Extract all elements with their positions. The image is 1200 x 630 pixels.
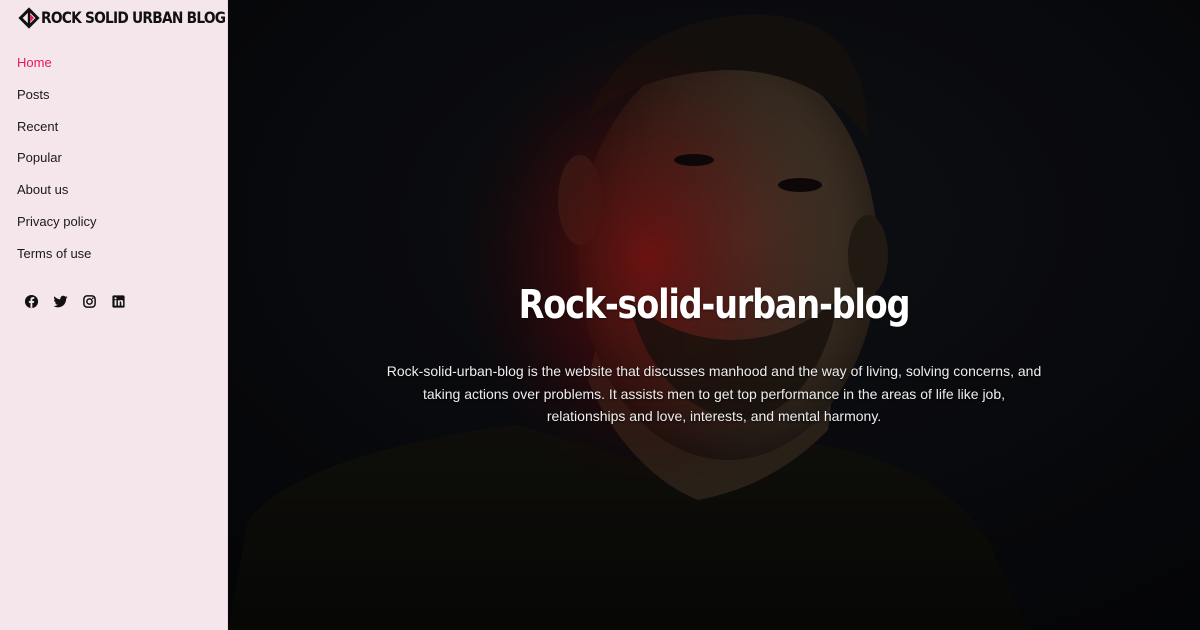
nav-item-recent[interactable]: Recent bbox=[17, 116, 96, 148]
nav-item-posts[interactable]: Posts bbox=[17, 84, 96, 116]
nav-item-home[interactable]: Home bbox=[17, 52, 96, 84]
facebook-icon[interactable] bbox=[24, 294, 39, 309]
social-links bbox=[24, 294, 126, 309]
main-nav: Home Posts Recent Popular About us Priva… bbox=[17, 52, 96, 275]
logo-mark-icon bbox=[18, 7, 40, 29]
hero-title: Rock-solid-urban-blog bbox=[518, 282, 911, 328]
twitter-icon[interactable] bbox=[53, 294, 68, 309]
sidebar: ROCK SOLID URBAN BLOG Home Posts Recent … bbox=[0, 0, 228, 630]
logo-text: ROCK SOLID URBAN BLOG bbox=[41, 8, 226, 27]
hero-description: Rock-solid-urban-blog is the website tha… bbox=[386, 363, 1042, 425]
hero-section: Rock-solid-urban-blog Rock-solid-urban-b… bbox=[228, 0, 1200, 630]
nav-item-privacy-policy[interactable]: Privacy policy bbox=[17, 211, 96, 243]
instagram-icon[interactable] bbox=[82, 294, 97, 309]
site-logo[interactable]: ROCK SOLID URBAN BLOG bbox=[18, 7, 255, 29]
linkedin-icon[interactable] bbox=[111, 294, 126, 309]
nav-item-terms-of-use[interactable]: Terms of use bbox=[17, 243, 96, 275]
nav-item-about-us[interactable]: About us bbox=[17, 179, 96, 211]
nav-item-popular[interactable]: Popular bbox=[17, 147, 96, 179]
